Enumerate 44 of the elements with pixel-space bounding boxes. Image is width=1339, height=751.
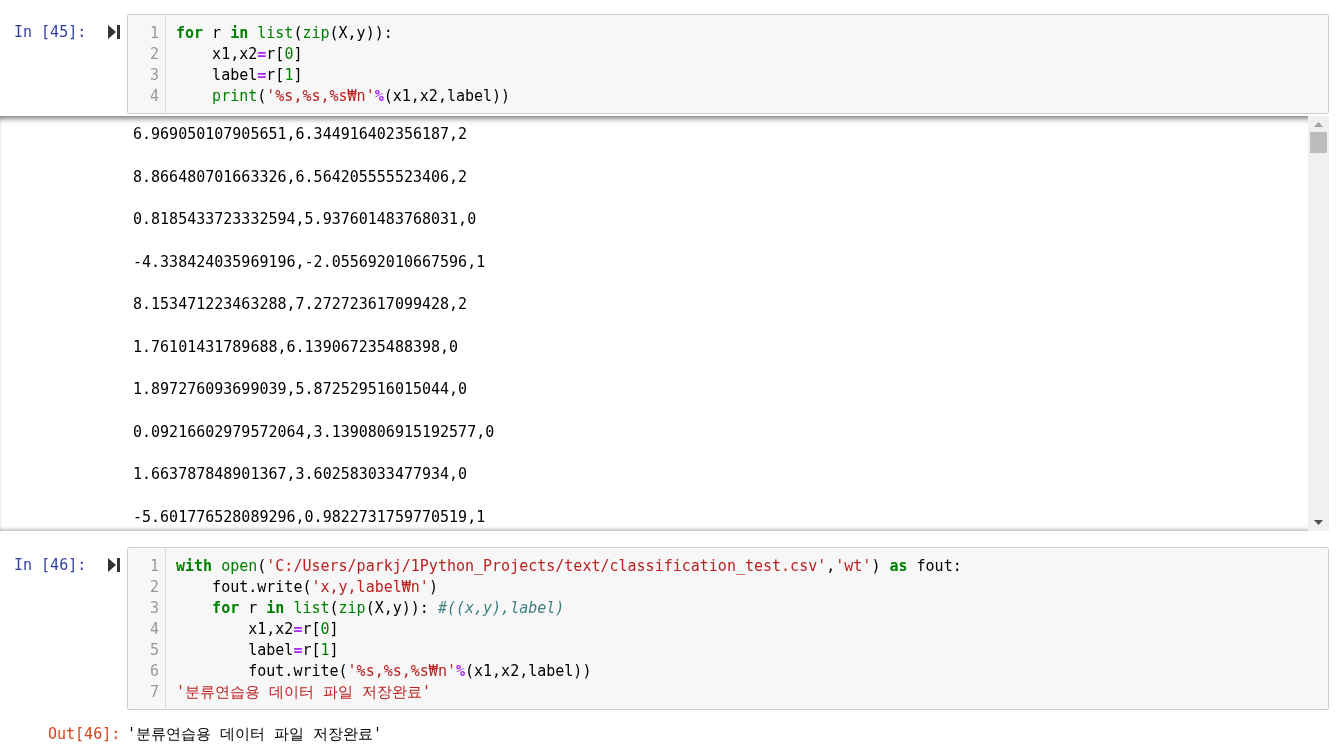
line-number: 1 [148, 23, 160, 44]
scroll-up-icon[interactable] [1314, 122, 1323, 127]
output-text: 1.897276093699039,5.872529516015044,0 [133, 379, 469, 400]
line-number: 3 [148, 65, 160, 86]
code-line: fout.write('%s,%s,%s₩n'%(x1,x2,label)) [247, 661, 593, 682]
output-text: 6.969050107905651,6.344916402356187,2 [133, 124, 469, 145]
line-number: 3 [148, 598, 160, 619]
line-number: 4 [148, 619, 160, 640]
scroll-down-icon[interactable] [1314, 520, 1323, 525]
output-prompt: Out[46]: [48, 725, 121, 743]
line-number: 6 [148, 661, 160, 682]
output-text: -5.601776528089296,0.9822731759770519,1 [133, 506, 487, 528]
code-line: x1,x2=r[0] [247, 619, 340, 640]
code-line: x1,x2=r[0] [211, 44, 304, 65]
output-text: -4.338424035969196,-2.055692010667596,1 [133, 251, 487, 273]
output-text: '분류연습용 데이터 파일 저장완료' [127, 725, 383, 743]
code-editor[interactable] [127, 547, 1329, 710]
line-number: 2 [148, 577, 160, 598]
code-line: '분류연습용 데이터 파일 저장완료' [176, 682, 433, 703]
code-line: for r in list(zip(X,y)): #((x,y),label) [211, 598, 566, 619]
run-icon[interactable] [108, 558, 120, 572]
scrollbar[interactable] [1308, 116, 1329, 531]
input-prompt: In [45]: [14, 23, 88, 41]
run-icon[interactable] [108, 25, 120, 39]
code-line: for r in list(zip(X,y)): [176, 23, 394, 44]
line-number: 7 [148, 682, 160, 703]
output-text: 0.09216602979572064,3.1390806915192577,0 [133, 421, 496, 443]
output-text: 8.153471223463288,7.272723617099428,2 [133, 294, 469, 315]
line-number: 4 [148, 86, 160, 107]
code-line: label=r[1] [247, 640, 340, 661]
line-number: 2 [148, 44, 160, 65]
output-text: 1.663787848901367,3.602583033477934,0 [133, 464, 469, 485]
output-text: 8.866480701663326,6.564205555523406,2 [133, 166, 469, 188]
code-line: print('%s,%s,%s₩n'%(x1,x2,label)) [211, 86, 511, 107]
input-prompt: In [46]: [14, 556, 88, 574]
output-text: 0.8185433723332594,5.937601483768031,0 [133, 209, 478, 230]
code-line: fout.write('x,y,label₩n') [211, 577, 439, 598]
scrollbar-thumb[interactable] [1310, 132, 1327, 153]
code-editor[interactable]: 1 2 3 4 for r in list(zip(X,y)): x1,x2=r[0] label=r[1] print('%s,%s,%s₩n'%(x1,x2,label)) [127, 14, 1329, 114]
output-text: 1.76101431789688,6.139067235488398,0 [133, 336, 460, 358]
line-number: 5 [148, 640, 160, 661]
code-line: label=r[1] [211, 65, 304, 86]
line-number: 1 [148, 556, 160, 577]
code-line: with open('C:/Users/parkj/1Python_Projects/text/classification_test.csv','wt') as fout: [176, 556, 962, 577]
